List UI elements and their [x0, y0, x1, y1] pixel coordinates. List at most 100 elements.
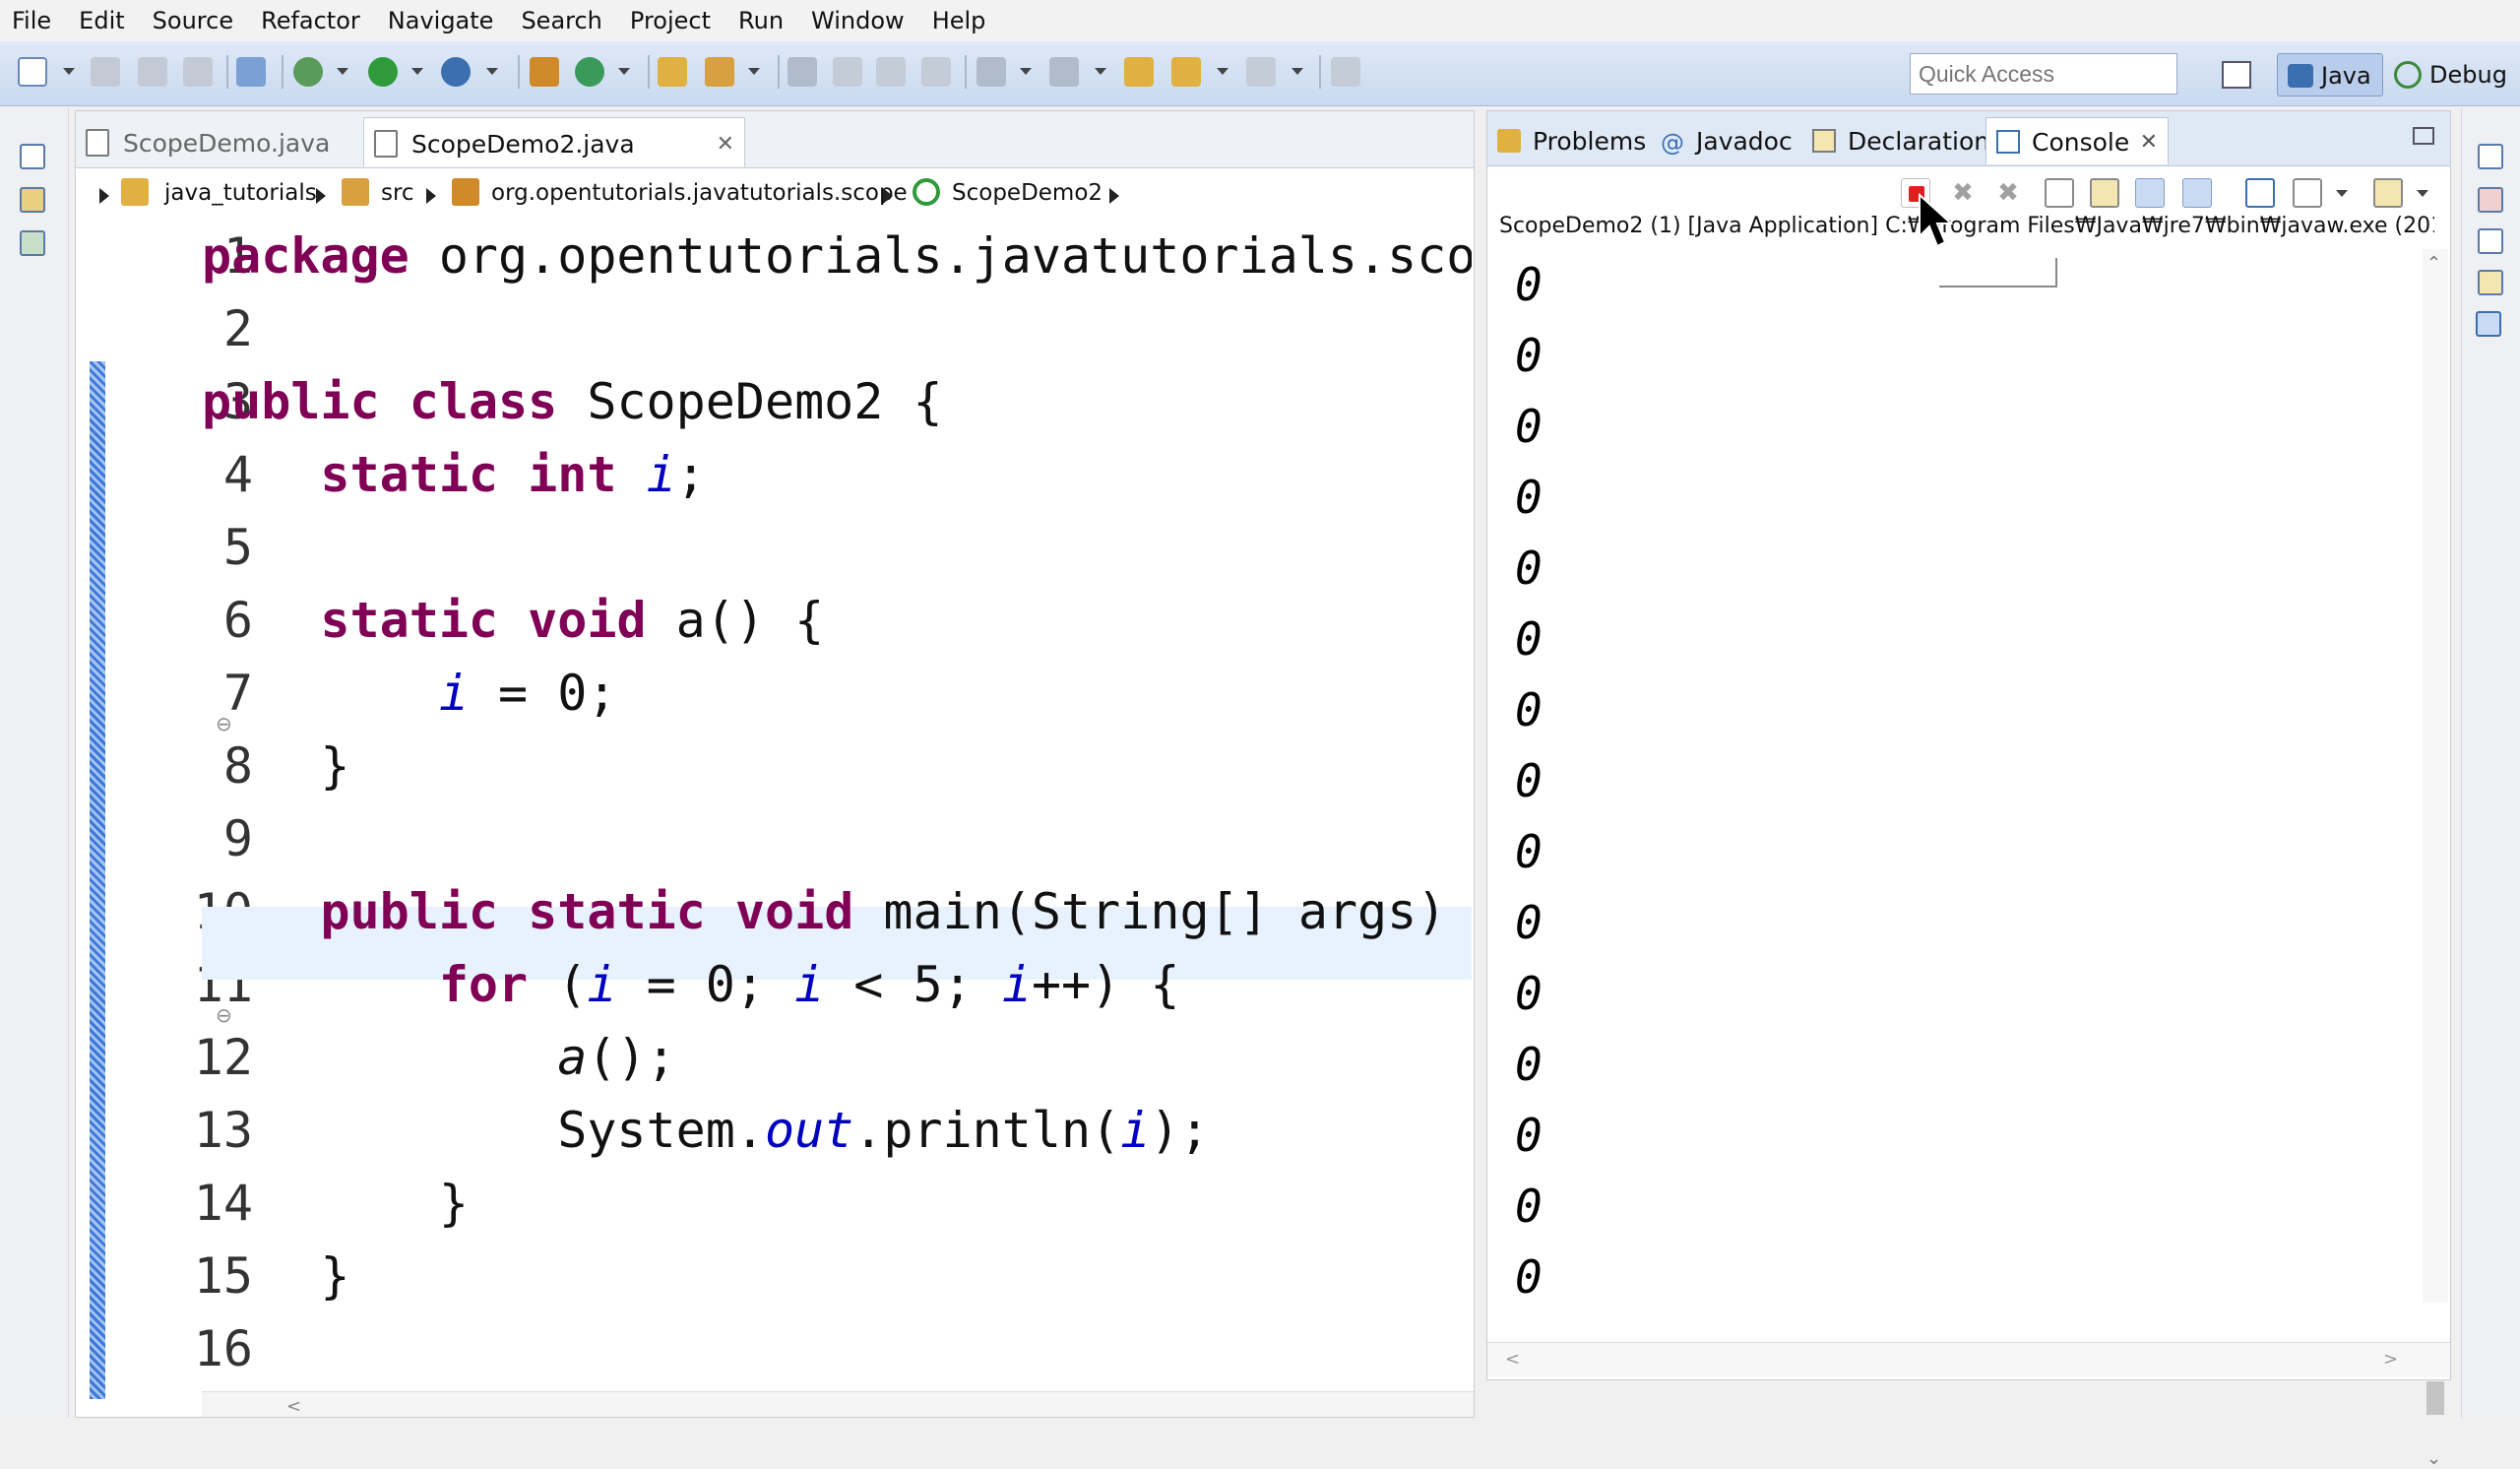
code-line-1: package org.opentutorials.javatutorials.…: [202, 227, 1472, 285]
print-icon[interactable]: [183, 57, 213, 87]
previous-annotation-dropdown-icon[interactable]: [1095, 68, 1106, 75]
back-icon[interactable]: [1171, 57, 1201, 87]
pin-console-icon[interactable]: [2245, 178, 2275, 208]
minimize-icon[interactable]: [2413, 127, 2434, 145]
toggle-block-selection-icon[interactable]: [833, 57, 862, 87]
close-icon[interactable]: ✕: [2140, 130, 2158, 155]
chevron-right-icon[interactable]: [426, 188, 436, 204]
open-console-icon[interactable]: [2373, 178, 2403, 208]
chevron-down-icon[interactable]: [2336, 190, 2348, 197]
close-icon[interactable]: ✕: [717, 132, 734, 157]
menu-edit[interactable]: Edit: [79, 7, 124, 34]
previous-annotation-icon[interactable]: [1049, 57, 1079, 87]
breadcrumb-project[interactable]: java_tutorials: [164, 180, 317, 206]
pin-editor-icon[interactable]: [1331, 57, 1360, 87]
back-dropdown-icon[interactable]: [1217, 68, 1228, 75]
menu-run[interactable]: Run: [738, 7, 784, 34]
menu-navigate[interactable]: Navigate: [388, 7, 494, 34]
new-class-icon[interactable]: [575, 57, 604, 87]
toggle-mark-occurrences-icon[interactable]: [788, 57, 817, 87]
editor-horizontal-scrollbar[interactable]: <: [202, 1391, 1474, 1417]
show-whitespace-icon[interactable]: [876, 57, 906, 87]
console-icon[interactable]: [2476, 311, 2501, 337]
save-all-icon[interactable]: [138, 57, 167, 87]
perspective-debug-button[interactable]: Debug: [2388, 53, 2520, 96]
new-package-icon[interactable]: [530, 57, 559, 87]
restore-icon[interactable]: [20, 144, 45, 169]
scroll-left-icon[interactable]: <: [286, 1396, 301, 1417]
next-annotation-icon[interactable]: [976, 57, 1006, 87]
console-vertical-scrollbar[interactable]: ⌃ ⌄: [2423, 249, 2448, 1469]
show-on-stdout-icon[interactable]: [2135, 178, 2165, 208]
tab-javadoc[interactable]: @ Javadoc: [1651, 117, 1802, 164]
type-hierarchy-icon[interactable]: [20, 230, 45, 256]
forward-icon[interactable]: [1246, 57, 1276, 87]
chevron-right-icon[interactable]: [883, 188, 893, 204]
console-output-line: 0: [1515, 1109, 1543, 1162]
chevron-right-icon[interactable]: [1109, 188, 1119, 204]
breadcrumb-src[interactable]: src: [381, 180, 414, 206]
chevron-down-icon[interactable]: [2417, 190, 2428, 197]
code-line-12: a();: [557, 1029, 676, 1086]
scroll-right-icon[interactable]: >: [2383, 1349, 2398, 1370]
quick-access-input[interactable]: [1910, 53, 2177, 95]
run-icon[interactable]: [368, 57, 398, 87]
search-icon[interactable]: [705, 57, 734, 87]
console-output-line: 0: [1515, 1250, 1543, 1304]
menu-source[interactable]: Source: [153, 7, 233, 34]
debug-icon[interactable]: [293, 57, 323, 87]
new-class-dropdown-icon[interactable]: [618, 68, 630, 75]
tab-problems[interactable]: Problems: [1487, 117, 1651, 164]
restore-icon[interactable]: [2478, 144, 2503, 169]
chevron-right-icon[interactable]: [316, 188, 326, 204]
coverage-dropdown-icon[interactable]: [486, 68, 498, 75]
code-area[interactable]: package org.opentutorials.javatutorials.…: [202, 220, 1472, 1397]
breadcrumb-class[interactable]: ScopeDemo2: [952, 180, 1102, 206]
open-type-icon[interactable]: [658, 57, 687, 87]
next-annotation-dropdown-icon[interactable]: [1020, 68, 1032, 75]
save-icon[interactable]: [91, 57, 120, 87]
problems-icon: [1497, 129, 1521, 153]
scrollbar-thumb[interactable]: [2426, 1381, 2444, 1415]
display-selected-console-icon[interactable]: [2293, 178, 2322, 208]
tab-console[interactable]: Console ✕: [1985, 117, 2169, 164]
menu-window[interactable]: Window: [811, 7, 905, 34]
skip-breakpoints-icon[interactable]: [236, 57, 266, 87]
run-dropdown-icon[interactable]: [411, 68, 423, 75]
scroll-down-icon[interactable]: ⌄: [2426, 1448, 2441, 1469]
chevron-right-icon[interactable]: [99, 188, 109, 204]
menu-project[interactable]: Project: [630, 7, 711, 34]
menu-help[interactable]: Help: [932, 7, 986, 34]
editor-tab-scopedemo2[interactable]: ScopeDemo2.java ✕: [363, 117, 745, 166]
coverage-icon[interactable]: [441, 57, 471, 87]
last-edit-location-icon[interactable]: [1124, 57, 1154, 87]
menu-search[interactable]: Search: [521, 7, 601, 34]
search-dropdown-icon[interactable]: [748, 68, 760, 75]
perspective-debug-label: Debug: [2429, 61, 2507, 89]
scroll-lock-icon[interactable]: [2090, 178, 2119, 208]
tab-label: Declaration: [1848, 127, 1990, 156]
javadoc-icon[interactable]: [2478, 228, 2503, 254]
console-horizontal-scrollbar[interactable]: < >: [1487, 1342, 2450, 1377]
breadcrumb-package[interactable]: org.opentutorials.javatutorials.scope: [491, 180, 908, 206]
new-dropdown-icon[interactable]: [63, 68, 75, 75]
show-on-stderr-icon[interactable]: [2182, 178, 2212, 208]
declaration-icon[interactable]: [2478, 270, 2503, 295]
paragraph-icon[interactable]: [921, 57, 951, 87]
clear-console-icon[interactable]: [2045, 178, 2074, 208]
debug-dropdown-icon[interactable]: [337, 68, 348, 75]
scroll-left-icon[interactable]: <: [1505, 1349, 1520, 1370]
scroll-up-icon[interactable]: ⌃: [2426, 253, 2441, 274]
package-explorer-icon[interactable]: [20, 187, 45, 213]
editor-tab-scopedemo[interactable]: ScopeDemo.java: [76, 117, 347, 166]
new-icon[interactable]: [18, 57, 47, 87]
open-perspective-icon[interactable]: [2222, 61, 2251, 89]
console-output[interactable]: 0 0 0 0 0 0 0 0 0 0 0 0 0 0 0: [1503, 249, 2409, 1332]
menu-file[interactable]: File: [12, 7, 51, 34]
forward-dropdown-icon[interactable]: [1292, 68, 1303, 75]
remove-all-terminated-icon[interactable]: ✖: [1993, 178, 2023, 208]
perspective-java-button[interactable]: Java: [2277, 53, 2383, 96]
tab-declaration[interactable]: Declaration: [1802, 117, 1991, 164]
outline-icon[interactable]: [2478, 187, 2503, 213]
menu-refactor[interactable]: Refactor: [261, 7, 360, 34]
